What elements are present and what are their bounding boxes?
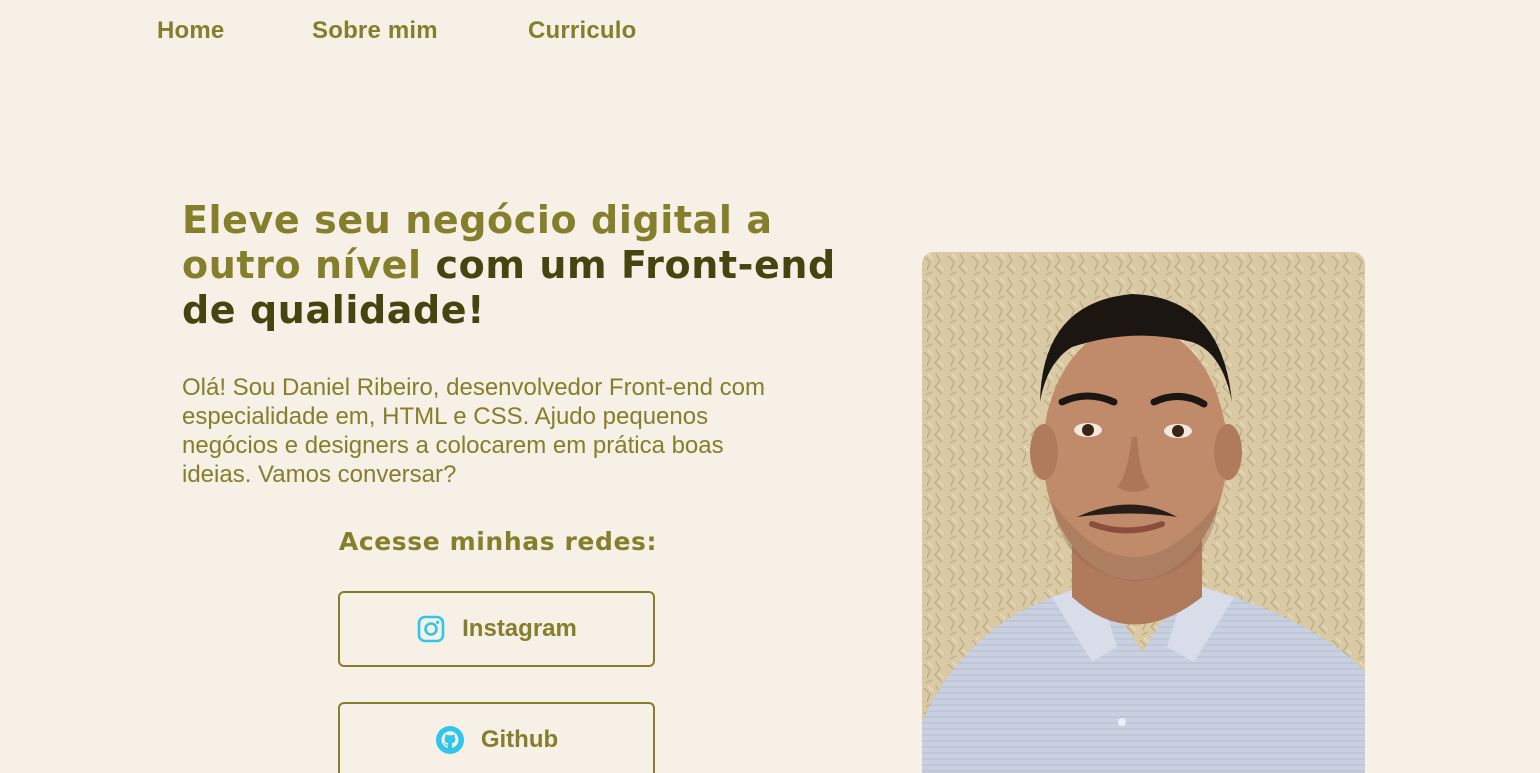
- instagram-icon: [416, 614, 446, 644]
- github-label: Github: [480, 726, 559, 753]
- networks-title: Acesse minhas redes:: [338, 527, 658, 556]
- nav-cv-link[interactable]: Curriculo: [528, 17, 636, 45]
- nav-home-link[interactable]: Home: [157, 17, 224, 45]
- instagram-button[interactable]: Instagram: [338, 591, 655, 667]
- profile-photo: [922, 252, 1365, 773]
- github-button[interactable]: Github: [338, 702, 655, 773]
- page: Home Sobre mim Curriculo Eleve seu negóc…: [0, 0, 1540, 773]
- instagram-label: Instagram: [462, 615, 577, 642]
- hero-headline: Eleve seu negócio digital a outro nível …: [182, 198, 842, 333]
- github-icon: [435, 725, 465, 755]
- main-nav: Home Sobre mim Curriculo: [0, 0, 1540, 64]
- hero-intro: Olá! Sou Daniel Ribeiro, desenvolvedor F…: [182, 374, 765, 488]
- nav-about-link[interactable]: Sobre mim: [312, 17, 438, 45]
